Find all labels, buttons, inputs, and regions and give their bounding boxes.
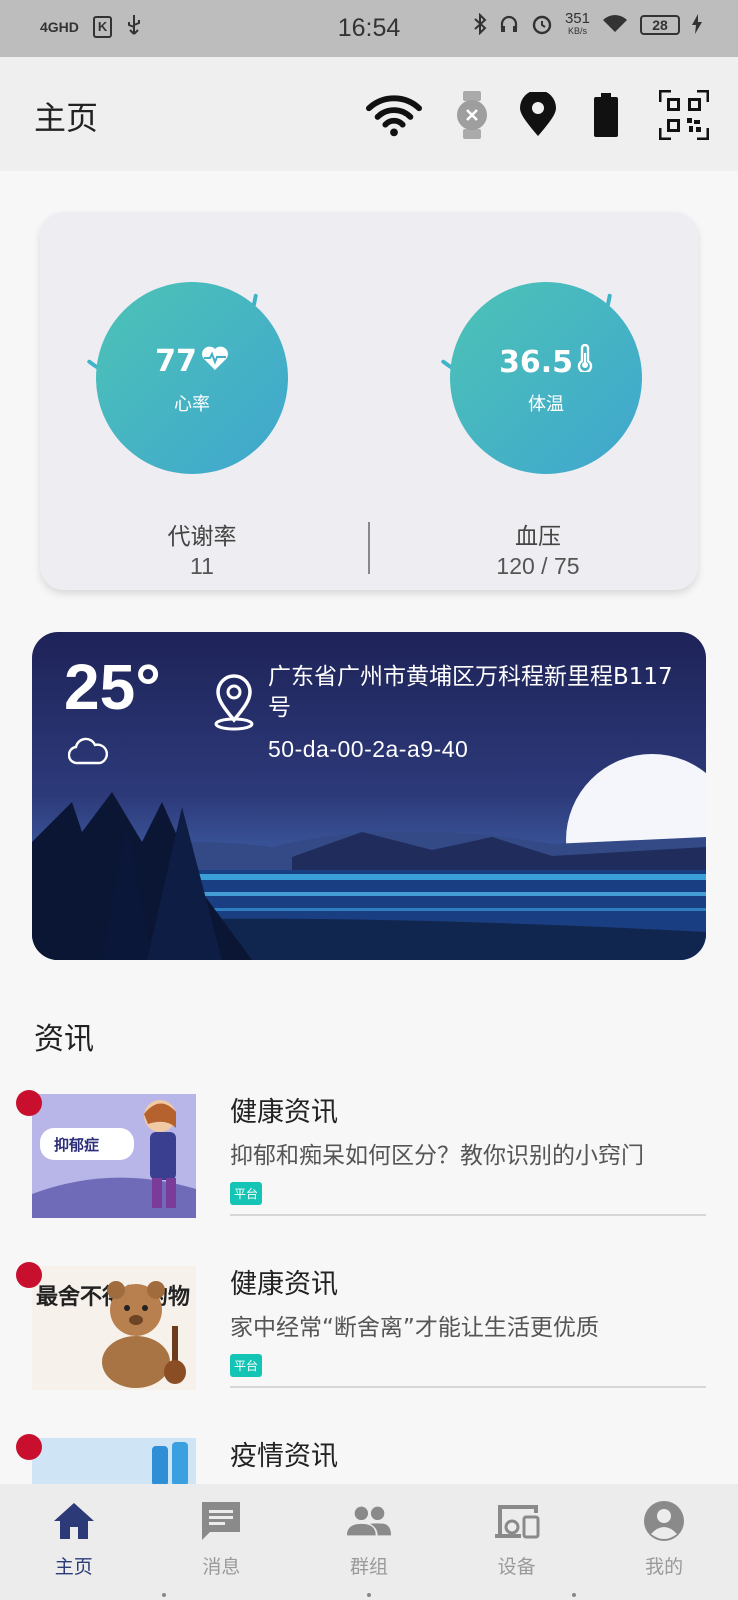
item-divider	[230, 1386, 706, 1388]
qr-code-icon[interactable]	[656, 87, 712, 143]
net-speed-unit: KB/s	[567, 26, 587, 36]
battery-status: 28	[640, 15, 680, 35]
account-icon	[641, 1498, 687, 1544]
nav-label: 主页	[54, 1556, 93, 1578]
nav-label: 我的	[645, 1556, 684, 1578]
nav-indicator-dot	[162, 1593, 166, 1597]
nav-home[interactable]: 主页	[0, 1484, 148, 1600]
weather-card[interactable]: 25° 广东省广州市黄埔区万科程新里程B117号 50-da-00-2a-a9-…	[32, 632, 706, 960]
device-address: 广东省广州市黄埔区万科程新里程B117号	[268, 664, 673, 721]
metabolic-metric: 代谢率 11	[42, 517, 362, 580]
nav-indicator-dot	[572, 1593, 576, 1597]
heart-rate-circle: 77 心率	[96, 282, 288, 474]
cloud-icon	[67, 736, 109, 770]
home-icon	[51, 1498, 97, 1544]
location-pin-icon	[212, 672, 256, 736]
nav-indicator-dot	[367, 1593, 371, 1597]
devices-icon	[494, 1498, 540, 1544]
health-card: 77 心率 36.5 体温 代谢率 11 血压 120 / 75	[40, 212, 698, 590]
news-category: 疫情资讯	[230, 1441, 338, 1472]
news-category: 健康资讯	[230, 1097, 338, 1128]
blood-pressure-metric: 血压 120 / 75	[378, 517, 698, 580]
nav-label: 设备	[497, 1556, 536, 1578]
news-thumbnail: 抑郁症	[32, 1094, 196, 1218]
heart-rate-label: 心率	[174, 394, 210, 415]
thumb-label: 抑郁症	[54, 1136, 99, 1154]
battery-icon[interactable]	[578, 87, 634, 143]
body-temp-value: 36.5	[498, 344, 574, 380]
item-divider	[230, 1214, 706, 1216]
charging-icon	[692, 13, 702, 37]
wifi-icon[interactable]	[366, 87, 422, 143]
body-temp-circle: 36.5 体温	[450, 282, 642, 474]
device-mac: 50-da-00-2a-a9-40	[268, 736, 469, 762]
metabolic-label: 代谢率	[167, 524, 237, 550]
app-bar: 主页	[0, 57, 738, 171]
unread-dot	[16, 1090, 42, 1116]
body-temp-label: 体温	[528, 394, 564, 415]
news-section-title: 资讯	[34, 1022, 94, 1057]
news-title: 家中经常“断舍离”才能让生活更优质	[230, 1315, 599, 1341]
bottom-nav: 主页 消息 群组 设备 我的	[0, 1484, 738, 1600]
news-thumbnail: 最舍不得扔的物	[32, 1266, 196, 1390]
news-item[interactable]: 疫情资讯	[0, 1434, 738, 1484]
nav-groups[interactable]: 群组	[295, 1484, 443, 1600]
nav-devices[interactable]: 设备	[443, 1484, 591, 1600]
heart-rate-value: 77	[155, 344, 197, 379]
location-icon[interactable]	[510, 87, 566, 143]
headphones-icon	[499, 14, 519, 37]
news-thumbnail	[32, 1438, 196, 1484]
status-right: 351 KB/s 28	[473, 10, 702, 38]
wifi-status-icon	[602, 14, 628, 37]
net-speed-value: 351	[564, 10, 590, 27]
nav-label: 群组	[349, 1556, 388, 1578]
net-speed: 351 KB/s	[564, 10, 590, 38]
unread-dot	[16, 1434, 42, 1460]
temperature: 25°	[64, 651, 161, 723]
nav-label: 消息	[202, 1556, 241, 1578]
body-temp-gauge[interactable]: 36.5 体温	[436, 272, 656, 492]
news-item[interactable]: 最舍不得扔的物 健康资讯 家中经常“断舍离”才能让生活更优质 平台	[0, 1262, 738, 1422]
bluetooth-icon	[473, 12, 487, 38]
source-tag: 平台	[230, 1354, 263, 1377]
news-title: 抑郁和痴呆如何区分？教你识别的小窍门	[230, 1143, 644, 1169]
message-icon	[198, 1498, 244, 1544]
page-title: 主页	[34, 99, 99, 137]
watch-disconnected-icon[interactable]	[444, 87, 500, 143]
status-bar: 4GHD K 16:54 351 KB/s 28	[0, 0, 738, 57]
thermometer-icon	[577, 343, 593, 380]
source-tag: 平台	[230, 1182, 263, 1205]
heart-pulse-icon	[201, 344, 229, 379]
unread-dot	[16, 1262, 42, 1288]
group-icon	[346, 1498, 392, 1544]
heart-rate-gauge[interactable]: 77 心率	[82, 272, 302, 492]
news-item[interactable]: 抑郁症 健康资讯 抑郁和痴呆如何区分？教你识别的小窍门 平台	[0, 1090, 738, 1250]
blood-pressure-label: 血压	[515, 524, 561, 550]
metric-divider	[368, 522, 370, 574]
nav-profile[interactable]: 我的	[590, 1484, 738, 1600]
metabolic-value: 11	[190, 553, 214, 579]
alarm-icon	[531, 13, 553, 38]
news-category: 健康资讯	[230, 1269, 338, 1300]
nav-messages[interactable]: 消息	[148, 1484, 296, 1600]
blood-pressure-value: 120 / 75	[496, 553, 580, 579]
